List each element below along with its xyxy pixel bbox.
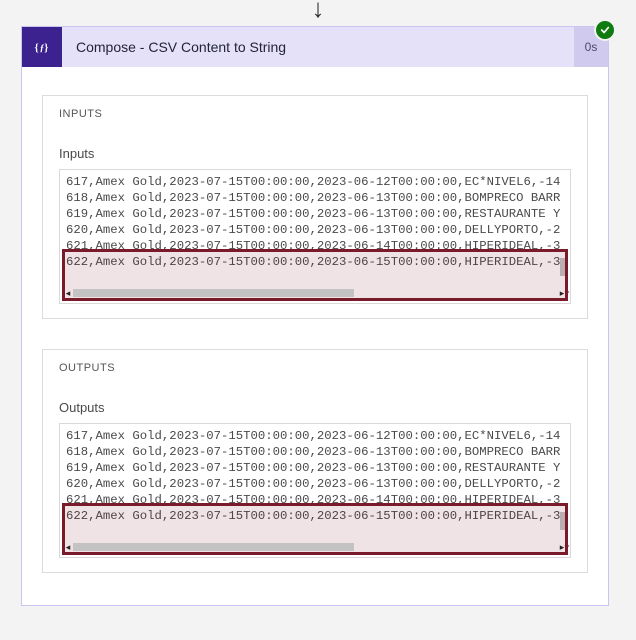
outputs-panel: OUTPUTS Outputs 617,Amex Gold,2023-07-15… [42,349,588,573]
inputs-data-box[interactable]: 617,Amex Gold,2023-07-15T00:00:00,2023-0… [59,169,571,304]
status-success-badge [594,19,616,41]
inputs-heading: INPUTS [43,96,587,126]
svg-text:{: { [35,43,39,54]
horizontal-scroll-thumb[interactable] [73,289,354,297]
outputs-heading: OUTPUTS [43,350,587,380]
scroll-left-arrow-icon[interactable]: ◂ [63,288,73,298]
svg-text:}: } [44,43,48,54]
vertical-scroll-thumb[interactable] [560,512,568,530]
outputs-sublabel: Outputs [59,400,571,415]
inputs-sublabel: Inputs [59,146,571,161]
inputs-content: 617,Amex Gold,2023-07-15T00:00:00,2023-0… [60,170,570,270]
horizontal-scroll-thumb[interactable] [73,543,354,551]
inputs-horizontal-scrollbar[interactable]: ◂ ▸ [63,287,567,299]
vertical-scroll-thumb[interactable] [560,258,568,276]
outputs-content: 617,Amex Gold,2023-07-15T00:00:00,2023-0… [60,424,570,524]
checkmark-icon [600,25,610,35]
flow-arrow-down-icon: ↓ [312,0,325,21]
scroll-right-arrow-icon[interactable]: ▸ [557,542,567,552]
outputs-data-box[interactable]: 617,Amex Gold,2023-07-15T00:00:00,2023-0… [59,423,571,558]
card-header[interactable]: { ƒ } Compose - CSV Content to String 0s [22,27,608,67]
scroll-right-arrow-icon[interactable]: ▸ [557,288,567,298]
action-title: Compose - CSV Content to String [62,27,574,67]
scroll-left-arrow-icon[interactable]: ◂ [63,542,73,552]
inputs-panel: INPUTS Inputs 617,Amex Gold,2023-07-15T0… [42,95,588,319]
card-body: INPUTS Inputs 617,Amex Gold,2023-07-15T0… [22,67,608,605]
outputs-horizontal-scrollbar[interactable]: ◂ ▸ [63,541,567,553]
compose-icon: { ƒ } [22,27,62,67]
flow-action-card: { ƒ } Compose - CSV Content to String 0s… [21,26,609,606]
